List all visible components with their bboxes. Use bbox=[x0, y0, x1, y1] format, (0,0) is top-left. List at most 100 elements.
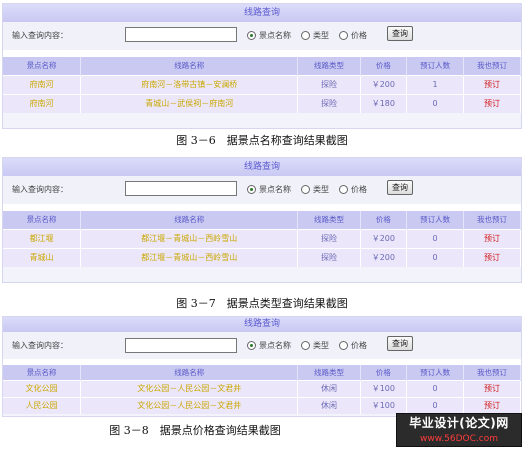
book-link[interactable]: 预订 bbox=[463, 228, 521, 248]
col-header: 线路名称 bbox=[80, 57, 299, 75]
radio-label: 价格 bbox=[351, 31, 367, 40]
table-header-row: 景点名称 线路名称 线路类型 价格 预订人数 我也预订 bbox=[3, 57, 521, 75]
price-cell: ￥180 bbox=[360, 93, 408, 113]
results-table: 景点名称 线路名称 线路类型 价格 预订人数 我也预订 文化公园 文化公园－人民… bbox=[3, 365, 521, 414]
table-row: 人民公园 文化公园－人民公园－文君井 休闲 ￥100 0 预订 bbox=[3, 396, 521, 414]
radio-type[interactable] bbox=[301, 31, 310, 40]
route-query-panel-3: 线路查询 输入查询内容： 景点名称 类型 价格 查询 景点名称 线路名称 线路类… bbox=[2, 316, 522, 417]
route-name-cell: 府南河－洛带古镇－安澜桥 bbox=[80, 74, 299, 94]
book-link[interactable]: 预订 bbox=[463, 379, 521, 397]
search-type-radio-group: 景点名称 类型 价格 bbox=[247, 30, 377, 41]
book-link[interactable]: 预订 bbox=[463, 247, 521, 267]
route-type-cell: 探险 bbox=[297, 93, 361, 113]
price-cell: ￥100 bbox=[360, 396, 408, 414]
search-type-radio-group: 景点名称 类型 价格 bbox=[247, 184, 377, 195]
col-header: 线路名称 bbox=[80, 365, 299, 380]
route-name-cell: 文化公园－人民公园－文君井 bbox=[80, 396, 299, 414]
col-header: 我也预订 bbox=[463, 211, 521, 229]
search-type-radio-group: 景点名称 类型 价格 bbox=[247, 340, 377, 351]
table-row: 府南河 青城山－武侯祠－府南河 探险 ￥180 0 预订 bbox=[3, 93, 521, 113]
route-name-cell: 都江堰－青城山－西岭雪山 bbox=[80, 228, 299, 248]
search-row: 输入查询内容： 景点名称 类型 价格 查询 bbox=[3, 332, 521, 359]
scenic-name-cell: 都江堰 bbox=[3, 228, 82, 248]
search-label: 输入查询内容： bbox=[12, 341, 68, 350]
search-label: 输入查询内容： bbox=[12, 185, 68, 194]
table-header-row: 景点名称 线路名称 线路类型 价格 预订人数 我也预订 bbox=[3, 211, 521, 229]
scenic-name-cell: 文化公园 bbox=[3, 379, 82, 397]
radio-scenic-name[interactable] bbox=[247, 341, 256, 350]
radio-label: 价格 bbox=[351, 341, 367, 350]
col-header: 预订人数 bbox=[406, 365, 465, 380]
route-query-panel-2: 线路查询 输入查询内容： 景点名称 类型 价格 查询 景点名称 线路名称 线路类… bbox=[2, 157, 522, 283]
radio-label: 景点名称 bbox=[259, 185, 291, 194]
radio-label: 景点名称 bbox=[259, 31, 291, 40]
radio-type[interactable] bbox=[301, 341, 310, 350]
route-query-panel-1: 线路查询 输入查询内容： 景点名称 类型 价格 查询 景点名称 线路名称 线路类… bbox=[2, 3, 522, 129]
radio-label: 景点名称 bbox=[259, 341, 291, 350]
scenic-name-cell: 人民公园 bbox=[3, 396, 82, 414]
booking-count-cell: 0 bbox=[406, 93, 465, 113]
col-header: 价格 bbox=[360, 211, 408, 229]
booking-count-cell: 0 bbox=[406, 396, 465, 414]
book-link[interactable]: 预订 bbox=[463, 396, 521, 414]
col-header: 我也预订 bbox=[463, 57, 521, 75]
radio-type[interactable] bbox=[301, 185, 310, 194]
col-header: 价格 bbox=[360, 57, 408, 75]
search-row: 输入查询内容： 景点名称 类型 价格 查询 bbox=[3, 22, 521, 50]
route-type-cell: 探险 bbox=[297, 228, 361, 248]
query-button[interactable]: 查询 bbox=[387, 336, 413, 351]
col-header: 线路类型 bbox=[297, 211, 361, 229]
route-type-cell: 休闲 bbox=[297, 396, 361, 414]
book-link[interactable]: 预订 bbox=[463, 74, 521, 94]
table-row: 都江堰 都江堰－青城山－西岭雪山 探险 ￥200 0 预订 bbox=[3, 228, 521, 248]
radio-label: 类型 bbox=[313, 341, 329, 350]
col-header: 线路类型 bbox=[297, 57, 361, 75]
results-table: 景点名称 线路名称 线路类型 价格 预订人数 我也预订 府南河 府南河－洛带古镇… bbox=[3, 57, 521, 113]
booking-count-cell: 0 bbox=[406, 379, 465, 397]
query-button[interactable]: 查询 bbox=[387, 180, 413, 195]
radio-price[interactable] bbox=[339, 341, 348, 350]
query-button[interactable]: 查询 bbox=[387, 26, 413, 41]
col-header: 景点名称 bbox=[3, 365, 82, 380]
route-type-cell: 探险 bbox=[297, 74, 361, 94]
panel-title: 线路查询 bbox=[3, 4, 521, 22]
table-header-row: 景点名称 线路名称 线路类型 价格 预订人数 我也预订 bbox=[3, 365, 521, 380]
search-input[interactable] bbox=[125, 181, 237, 196]
table-row: 文化公园 文化公园－人民公园－文君井 休闲 ￥100 0 预订 bbox=[3, 379, 521, 397]
figure-caption: 图 3－7 据景点类型查询结果截图 bbox=[176, 297, 348, 310]
col-header: 预订人数 bbox=[406, 211, 465, 229]
book-link[interactable]: 预订 bbox=[463, 93, 521, 113]
col-header: 价格 bbox=[360, 365, 408, 380]
booking-count-cell: 1 bbox=[406, 74, 465, 94]
radio-label: 价格 bbox=[351, 185, 367, 194]
price-cell: ￥200 bbox=[360, 247, 408, 267]
price-cell: ￥200 bbox=[360, 74, 408, 94]
route-type-cell: 休闲 bbox=[297, 379, 361, 397]
watermark-url: www.56DOC.com bbox=[420, 434, 498, 444]
booking-count-cell: 0 bbox=[406, 247, 465, 267]
col-header: 景点名称 bbox=[3, 57, 82, 75]
price-cell: ￥200 bbox=[360, 228, 408, 248]
booking-count-cell: 0 bbox=[406, 228, 465, 248]
radio-price[interactable] bbox=[339, 31, 348, 40]
table-row: 府南河 府南河－洛带古镇－安澜桥 探险 ￥200 1 预订 bbox=[3, 74, 521, 94]
scenic-name-cell: 青城山 bbox=[3, 247, 82, 267]
radio-scenic-name[interactable] bbox=[247, 185, 256, 194]
search-input[interactable] bbox=[125, 338, 237, 353]
watermark-title: 毕业设计(论文)网 bbox=[409, 416, 509, 430]
search-input[interactable] bbox=[125, 27, 237, 42]
panel-title: 线路查询 bbox=[3, 317, 521, 332]
col-header: 我也预订 bbox=[463, 365, 521, 380]
scenic-name-cell: 府南河 bbox=[3, 93, 82, 113]
search-label: 输入查询内容： bbox=[12, 31, 68, 40]
col-header: 线路类型 bbox=[297, 365, 361, 380]
radio-label: 类型 bbox=[313, 185, 329, 194]
radio-price[interactable] bbox=[339, 185, 348, 194]
col-header: 预订人数 bbox=[406, 57, 465, 75]
radio-scenic-name[interactable] bbox=[247, 31, 256, 40]
site-watermark: 毕业设计(论文)网 www.56DOC.com bbox=[396, 413, 522, 447]
radio-label: 类型 bbox=[313, 31, 329, 40]
col-header: 线路名称 bbox=[80, 211, 299, 229]
route-name-cell: 文化公园－人民公园－文君井 bbox=[80, 379, 299, 397]
figure-caption: 图 3－6 据景点名称查询结果截图 bbox=[176, 134, 348, 147]
